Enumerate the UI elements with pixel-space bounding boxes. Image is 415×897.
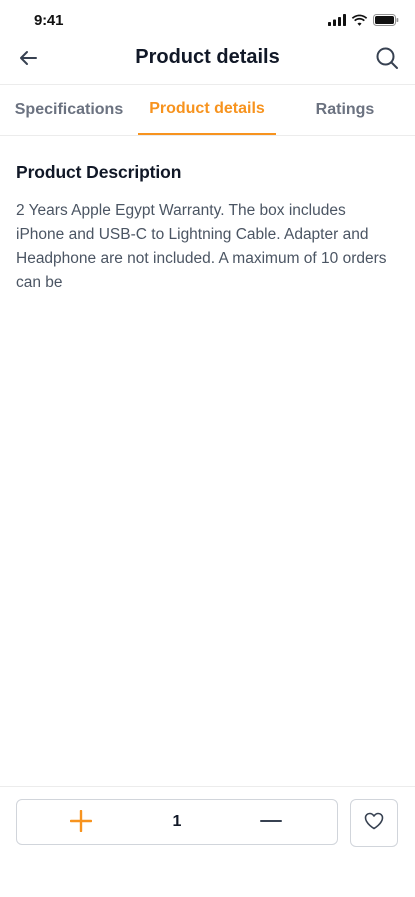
tab-specifications[interactable]: Specifications	[0, 85, 138, 135]
bottom-bar: 1	[0, 786, 415, 897]
decrease-quantity-button[interactable]	[257, 809, 285, 837]
product-description-text: 2 Years Apple Egypt Warranty. The box in…	[16, 202, 387, 291]
quantity-value: 1	[172, 813, 182, 830]
product-description-section: Product Description 2 Years Apple Egypt …	[16, 162, 396, 295]
increase-quantity-button[interactable]	[67, 809, 95, 837]
signal-icon	[328, 13, 346, 31]
header: Product details	[0, 36, 415, 85]
battery-icon	[373, 13, 399, 31]
search-button[interactable]	[373, 46, 401, 74]
heart-icon	[364, 812, 384, 835]
quantity-stepper: 1	[16, 799, 338, 845]
section-title: Product Description	[16, 162, 182, 182]
tab-bar: Specifications Product details Ratings	[0, 85, 415, 136]
tab-product-details[interactable]: Product details	[138, 85, 276, 135]
status-time: 9:41	[34, 12, 64, 29]
wifi-icon	[351, 13, 368, 31]
page-title: Product details	[135, 46, 280, 68]
plus-icon	[69, 809, 93, 837]
status-icons	[328, 13, 399, 31]
tab-ratings[interactable]: Ratings	[276, 85, 414, 135]
favorite-button[interactable]	[350, 799, 398, 847]
search-icon	[375, 46, 399, 75]
minus-icon	[260, 810, 282, 837]
